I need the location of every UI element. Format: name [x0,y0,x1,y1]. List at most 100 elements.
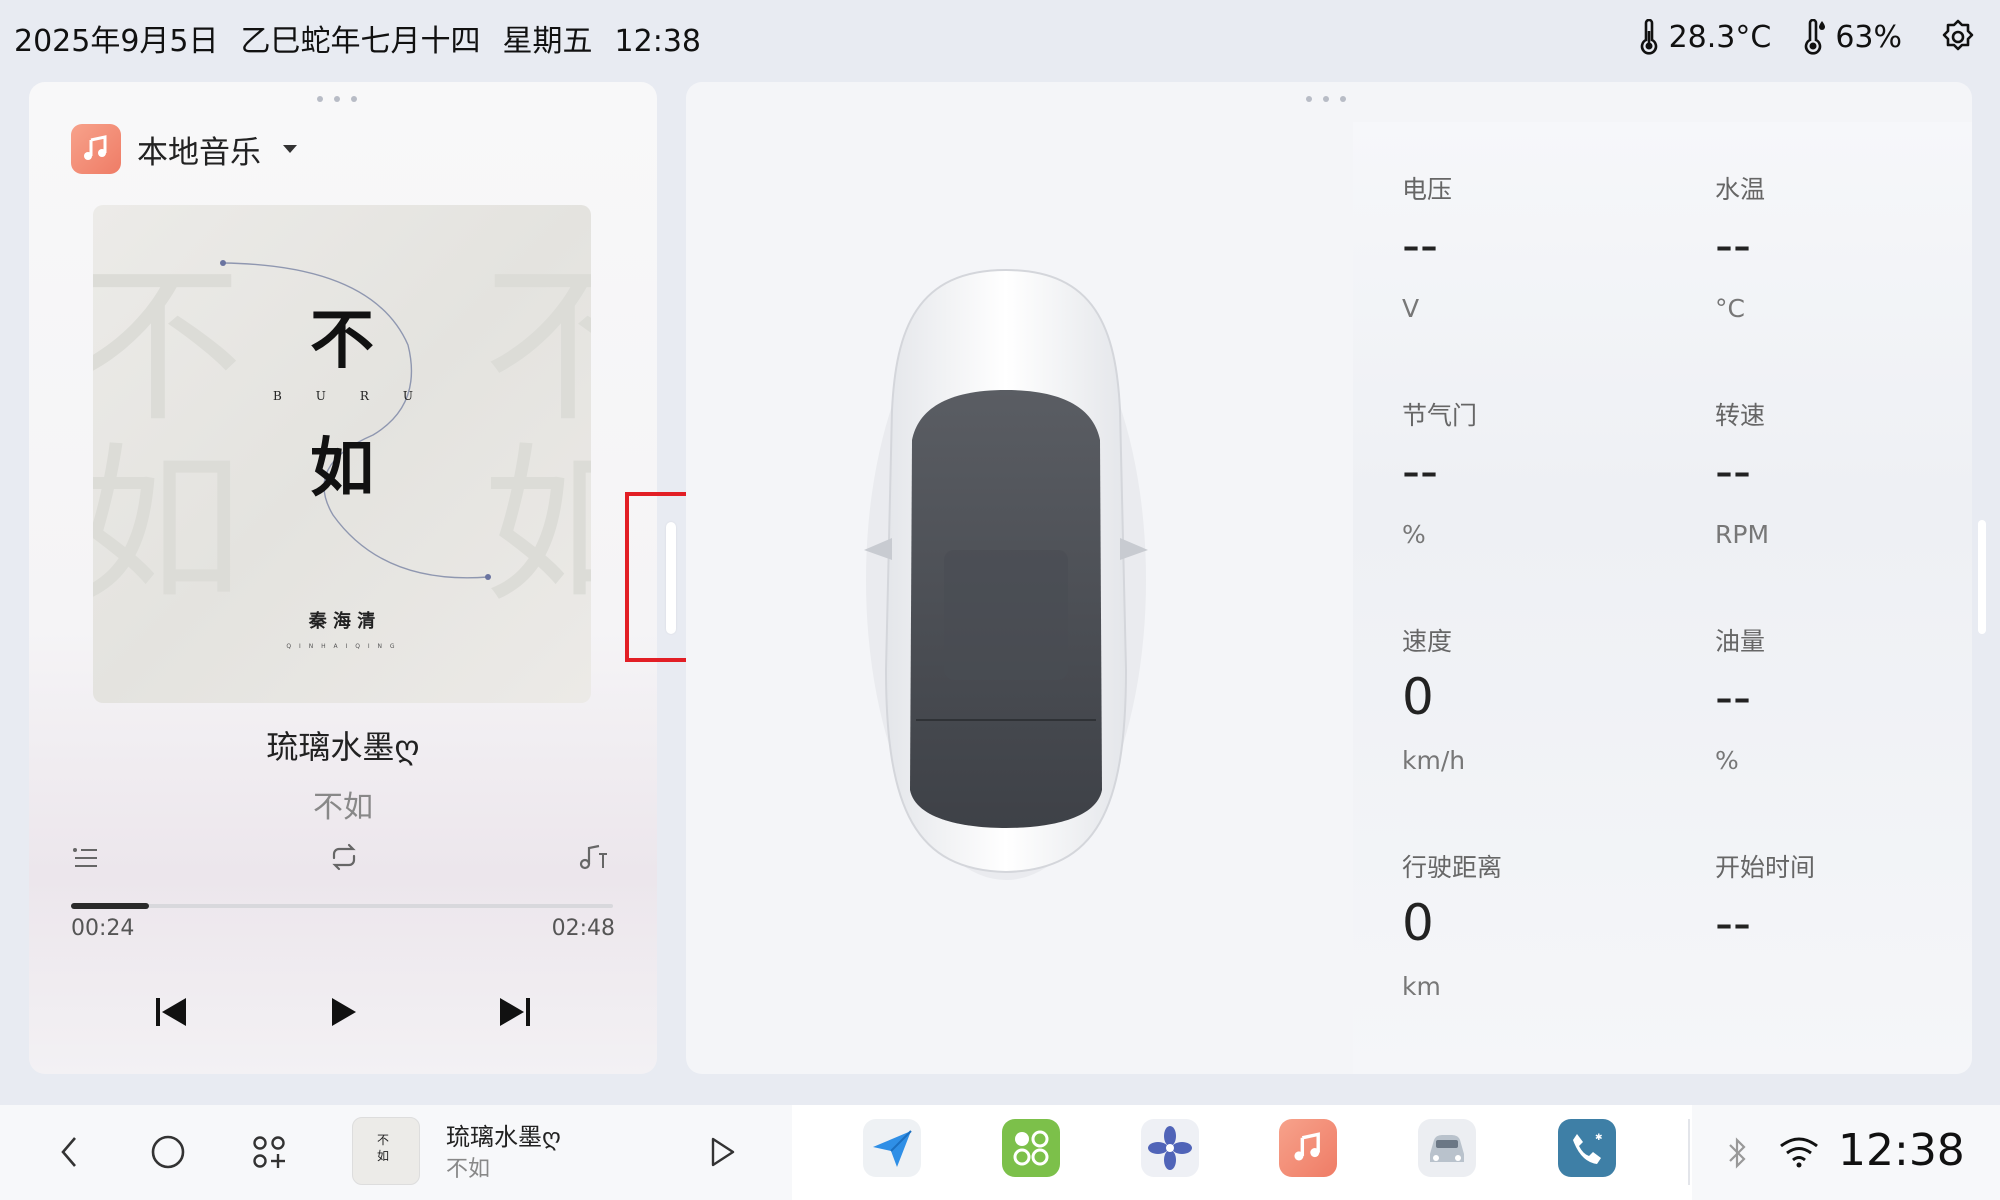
metric-5: 油量 --% [1715,622,1972,775]
album-title-char-2: 如 [310,431,374,506]
lunar-date-text: 乙巳蛇年七月十四 [240,24,481,59]
metric-label: 转速 [1715,401,1766,430]
back-icon [61,1137,76,1167]
playlist-icon[interactable] [71,842,101,872]
settings-gear-icon[interactable] [1938,17,1978,57]
metric-label: 行驶距离 [1402,853,1503,882]
metric-value: -- [1715,668,1752,726]
phone-app-icon[interactable]: ✱ [1558,1119,1616,1177]
date-time-display: 2025年9月5日 乙巳蛇年七月十四 星期五 12:38 [14,16,723,60]
metric-value: -- [1715,442,1752,500]
metric-0: 电压 -- V [1402,170,1692,323]
play-icon [332,998,356,1026]
metric-unit: km/h [1402,746,1466,775]
app-drawer-button[interactable] [244,1127,294,1177]
metric-label: 电压 [1402,175,1453,204]
pinyin-letter: B [273,389,282,403]
previous-icon [156,998,186,1026]
drag-dots-icon[interactable] [1306,96,1346,102]
metric-label: 油量 [1715,627,1766,656]
status-bar: 2025年9月5日 乙巳蛇年七月十四 星期五 12:38 28.3°C 63% [0,0,2000,76]
metric-label: 水温 [1715,175,1766,204]
metric-unit: RPM [1715,520,1770,549]
play-button[interactable] [313,982,373,1042]
music-source-label: 本地音乐 [137,134,261,171]
album-title-char-1: 不 [310,303,374,378]
fan-app-icon[interactable] [1141,1119,1199,1177]
temperature-text: 28.3°C [1668,19,1772,55]
next-button[interactable] [485,982,545,1042]
previous-button[interactable] [141,982,201,1042]
music-note-icon [71,124,121,174]
humidity-text: 63% [1835,19,1902,55]
metric-value: -- [1715,894,1752,952]
song-artist: 不如 [313,790,373,825]
metric-unit: % [1715,746,1739,775]
navigation-app-icon[interactable] [863,1119,921,1177]
chevron-down-icon [283,145,297,153]
mini-player-album-art[interactable]: 不如 [352,1117,420,1185]
metric-label: 节气门 [1402,401,1478,430]
album-pinyin: BURU [273,389,413,403]
metric-3: 转速 -- RPM [1715,396,1972,549]
thermometer-icon [1640,19,1657,55]
humidity-indicator: 63% [1801,19,1902,55]
apps-grid-app-icon[interactable] [1002,1119,1060,1177]
wifi-icon[interactable] [1778,1135,1820,1169]
car-app-icon[interactable] [1418,1119,1476,1177]
next-icon [500,998,530,1026]
metric-value: 0 [1402,668,1434,726]
home-button[interactable] [143,1127,193,1177]
vehicle-card: 电压 -- V 水温 -- °C 节气门 --% 转速 -- RPM 速度 0 km/h 油量 --% 行驶距离… [686,82,1972,1074]
bottom-dock: 不如 琉璃水墨ღ 不如 ✱ 12:38 [0,1105,2000,1200]
metric-value: -- [1715,216,1752,274]
song-title: 琉璃水墨ღ [266,728,420,766]
music-app-icon[interactable] [1279,1119,1337,1177]
home-circle-icon [151,1135,185,1169]
metric-unit: % [1402,520,1426,549]
dock-clock: 12:38 [1838,1125,1965,1176]
status-time-text: 12:38 [614,24,701,59]
metric-6: 行驶距离 0 km [1402,848,1692,1001]
mini-player-title[interactable]: 琉璃水墨ღ [446,1117,561,1152]
metric-4: 速度 0 km/h [1402,622,1692,775]
music-source-selector[interactable]: 本地音乐 [71,124,297,174]
app-shortcuts-bar [792,1105,1692,1200]
date-text: 2025年9月5日 [14,24,219,59]
humidity-icon [1805,19,1826,55]
svg-text:✱: ✱ [1595,1133,1603,1143]
right-edge-handle[interactable] [1978,520,1986,634]
playback-progress-bar[interactable] [71,903,613,909]
metric-label: 开始时间 [1715,853,1816,882]
metric-unit: V [1402,294,1420,323]
metric-label: 速度 [1402,627,1453,656]
metric-unit: °C [1715,294,1745,323]
metric-value: 0 [1402,894,1434,952]
album-art[interactable]: 不 如 不 如 不 BURU 如 秦 海 清 Q I N H A I Q I N… [93,205,591,703]
repeat-icon[interactable] [328,842,360,872]
metric-1: 水温 -- °C [1715,170,1972,323]
metric-value: -- [1402,442,1439,500]
play-outline-icon [711,1137,735,1167]
metric-value: -- [1402,216,1439,274]
status-right-group: 28.3°C 63% [1621,12,1978,62]
back-button[interactable] [44,1127,94,1177]
car-top-view-icon [864,268,1148,880]
svg-text:如: 如 [377,1148,389,1163]
mini-play-button[interactable] [697,1127,747,1177]
mini-player-artist: 不如 [446,1157,491,1182]
progress-fill [71,903,149,909]
pinyin-letter: U [402,389,413,403]
lyrics-icon[interactable] [577,842,609,872]
pinyin-letter: R [359,389,369,403]
current-time: 00:24 [71,916,135,941]
drag-dots-icon[interactable] [317,96,357,102]
metric-7: 开始时间 -- [1715,848,1972,972]
dock-separator [1688,1119,1690,1185]
pinyin-letter: U [315,389,326,403]
bluetooth-icon[interactable] [1726,1133,1750,1173]
metric-2: 节气门 --% [1402,396,1692,549]
svg-text:不: 不 [377,1133,389,1147]
music-card: 本地音乐 不 如 不 如 不 BURU 如 秦 海 清 Q I N H A I … [29,82,657,1074]
weekday-text: 星期五 [502,24,593,59]
